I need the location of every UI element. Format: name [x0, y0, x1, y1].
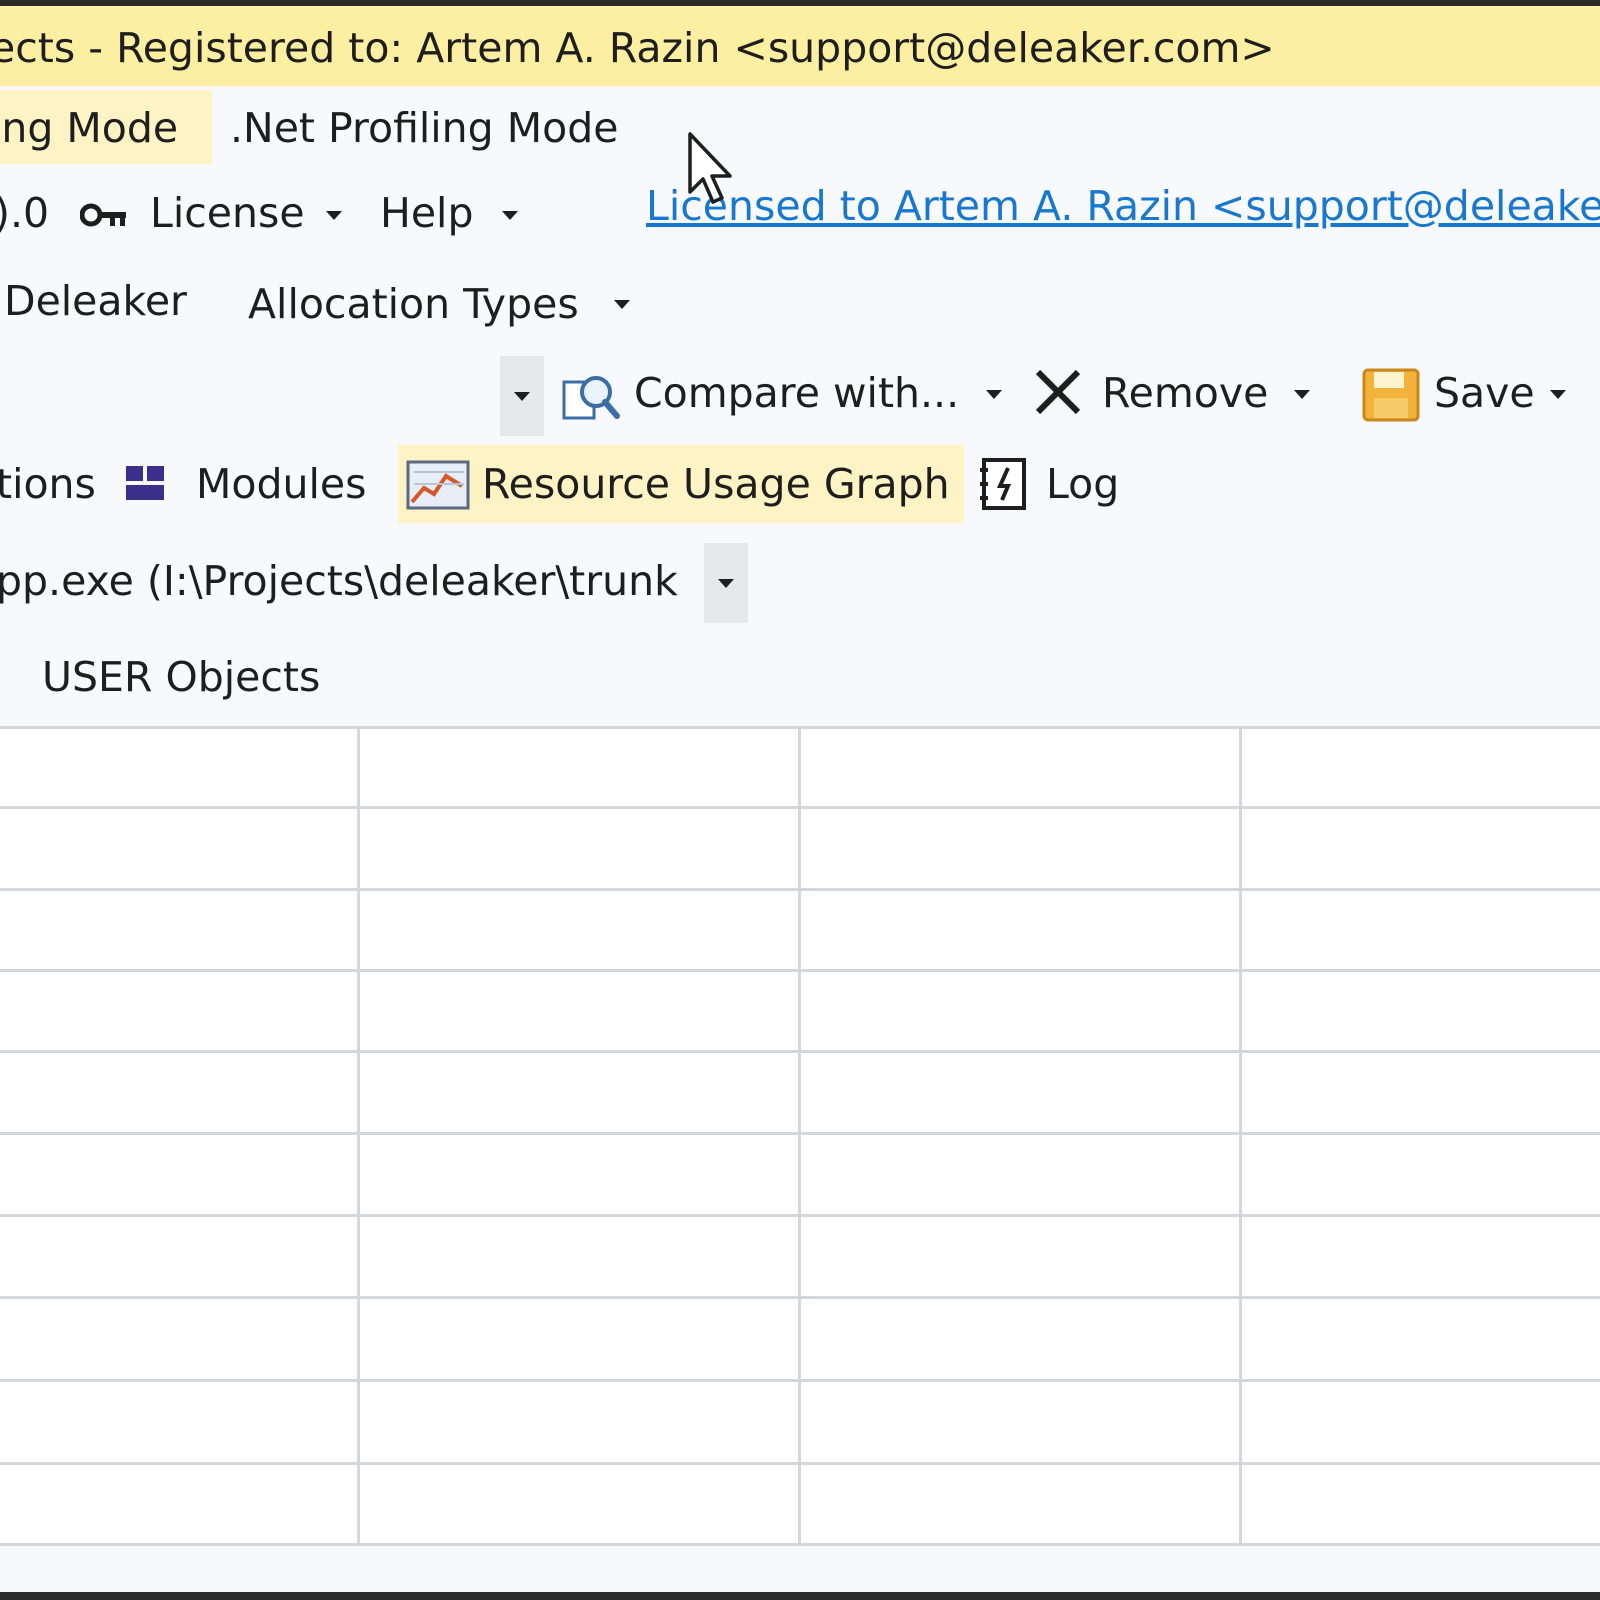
remove-x-icon — [1032, 366, 1084, 422]
title-bar: ects - Registered to: Artem A. Razin <su… — [0, 6, 1600, 86]
process-selector-field[interactable]: pp.exe (I:\Projects\deleaker\trunk — [0, 543, 690, 623]
chevron-down-icon — [718, 579, 734, 588]
window-title: ects - Registered to: Artem A. Razin <su… — [0, 24, 1275, 72]
license-menu[interactable]: License — [150, 193, 305, 234]
version-label: ).0 — [0, 189, 50, 237]
key-icon — [79, 202, 128, 234]
tab-resource-usage-graph[interactable]: Resource Usage Graph — [482, 464, 950, 505]
help-dropdown-caret[interactable] — [502, 211, 518, 220]
mouse-cursor-icon — [686, 130, 736, 214]
process-selector-value: pp.exe (I:\Projects\deleaker\trunk — [0, 557, 678, 605]
compare-magnifier-icon — [562, 366, 620, 428]
tab-allocations[interactable]: tions — [0, 464, 96, 505]
modules-icon — [126, 466, 166, 506]
resource-graph-icon — [406, 458, 470, 516]
remove-dropdown-caret[interactable] — [1294, 390, 1310, 399]
process-dropdown-button[interactable] — [704, 543, 748, 623]
deleaker-menu[interactable]: Deleaker — [4, 281, 187, 322]
licensed-to-link[interactable]: Licensed to Artem A. Razin <support@dele… — [646, 186, 1600, 227]
chevron-down-icon — [514, 392, 530, 401]
tab-log[interactable]: Log — [1046, 464, 1119, 505]
compare-with-button[interactable]: Compare with... — [634, 373, 959, 414]
save-dropdown-caret[interactable] — [1550, 390, 1566, 399]
grid-column-divider — [357, 727, 360, 1545]
tab-net-profiling-mode[interactable]: .Net Profiling Mode — [230, 108, 618, 149]
tab-modules[interactable]: Modules — [196, 464, 366, 505]
log-icon — [980, 456, 1028, 516]
compare-dropdown-caret[interactable] — [986, 390, 1002, 399]
help-menu[interactable]: Help — [380, 193, 473, 234]
user-objects-tab[interactable]: USER Objects — [42, 657, 320, 698]
allocation-types-caret[interactable] — [614, 300, 630, 309]
tab-profiling-mode[interactable]: ing Mode — [0, 108, 178, 149]
license-dropdown-caret[interactable] — [326, 211, 342, 220]
status-area — [0, 1548, 1600, 1600]
grid-column-divider — [1239, 727, 1242, 1545]
save-button[interactable]: Save — [1434, 373, 1535, 414]
grid-column-divider — [798, 727, 801, 1545]
remove-button[interactable]: Remove — [1102, 373, 1268, 414]
save-disk-icon — [1362, 366, 1420, 428]
allocation-types-menu[interactable]: Allocation Types — [248, 284, 579, 325]
snapshot-dropdown-button[interactable] — [500, 356, 544, 436]
